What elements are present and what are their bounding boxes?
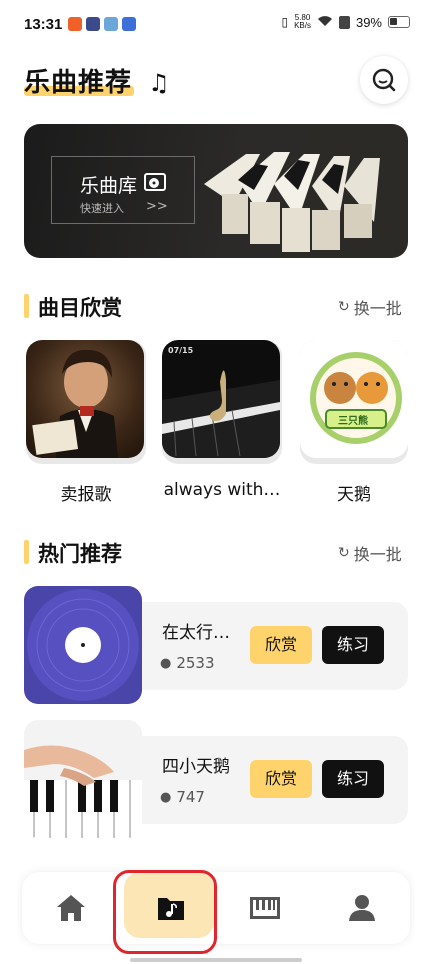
vibrate-icon: ▯	[281, 15, 289, 29]
banner-subtitle: 快速进入	[80, 202, 124, 215]
music-note-icon: ♫	[148, 69, 171, 97]
hot-item-count: ● 747	[160, 788, 205, 806]
network-speed: 5.80 KB/s	[294, 13, 311, 30]
library-entry-box[interactable]: 乐曲库 快速进入 >>	[51, 156, 195, 224]
song-card[interactable]: 三只熊	[300, 340, 408, 464]
song-card-label: 天鹅	[337, 485, 371, 505]
piano-keys-icon	[249, 897, 280, 919]
fire-icon: ●	[160, 655, 172, 671]
refresh-icon: ↻	[338, 545, 350, 561]
search-button[interactable]	[360, 56, 408, 104]
notification-icon	[104, 17, 118, 31]
refresh-icon: ↻	[338, 299, 350, 315]
refresh-button[interactable]: ↻ 换一批	[338, 541, 402, 565]
hot-item-count: ● 2533	[160, 654, 215, 672]
cover-badge-text: 三只熊	[338, 416, 368, 427]
section-accent-bar	[24, 294, 29, 318]
appreciate-button[interactable]: 欣赏	[250, 626, 312, 664]
song-card[interactable]	[26, 340, 146, 464]
battery-icon	[388, 16, 410, 28]
wifi-icon	[317, 15, 333, 30]
tab-home[interactable]	[22, 872, 119, 944]
fire-icon: ●	[160, 789, 172, 805]
hot-item-cover	[24, 586, 142, 704]
section-accent-bar	[24, 540, 29, 564]
song-cover-image: 07/15	[162, 340, 280, 458]
battery-percent: 39%	[355, 14, 382, 30]
page-title: 乐曲推荐 ♫	[24, 68, 171, 98]
sim-icon	[338, 15, 350, 29]
song-card-label: 卖报歌	[60, 485, 112, 505]
song-cover-image: 三只熊	[300, 340, 408, 458]
practice-button[interactable]: 练习	[322, 626, 384, 664]
song-cover-image	[26, 340, 144, 458]
practice-button[interactable]: 练习	[322, 760, 384, 798]
piano-keys-illustration	[204, 152, 380, 252]
gesture-bar	[130, 958, 302, 962]
hot-item-title: 四小天鹅	[162, 757, 230, 777]
status-time: 13:31	[24, 16, 63, 33]
home-icon	[56, 895, 85, 921]
notification-icon	[68, 17, 82, 31]
notification-icon	[86, 17, 100, 31]
tab-profile[interactable]	[313, 872, 410, 944]
music-library-banner[interactable]: 乐曲库 快速进入 >>	[24, 124, 408, 258]
search-icon	[372, 68, 396, 92]
double-chevron-icon: >>	[146, 199, 168, 214]
song-card-label: always with…	[163, 480, 281, 500]
banner-title: 乐曲库	[80, 175, 138, 197]
appreciate-button[interactable]: 欣赏	[250, 760, 312, 798]
tab-piano[interactable]	[216, 872, 313, 944]
annotation-highlight-box	[113, 870, 217, 954]
song-card[interactable]: 07/15	[162, 340, 282, 464]
person-icon	[348, 895, 375, 921]
hot-item-cover	[24, 720, 142, 838]
record-player-icon	[144, 173, 166, 191]
section-title-hot: 热门推荐	[38, 542, 122, 566]
refresh-button[interactable]: ↻ 换一批	[338, 295, 402, 319]
notification-icon	[122, 17, 136, 31]
status-bar: 13:31 ▯ 5.80 KB/s 39%	[0, 0, 432, 50]
hot-item-title: 在太行…	[162, 623, 230, 643]
cover-date-tag: 07/15	[168, 346, 194, 355]
section-title-appreciation: 曲目欣赏	[38, 296, 122, 320]
